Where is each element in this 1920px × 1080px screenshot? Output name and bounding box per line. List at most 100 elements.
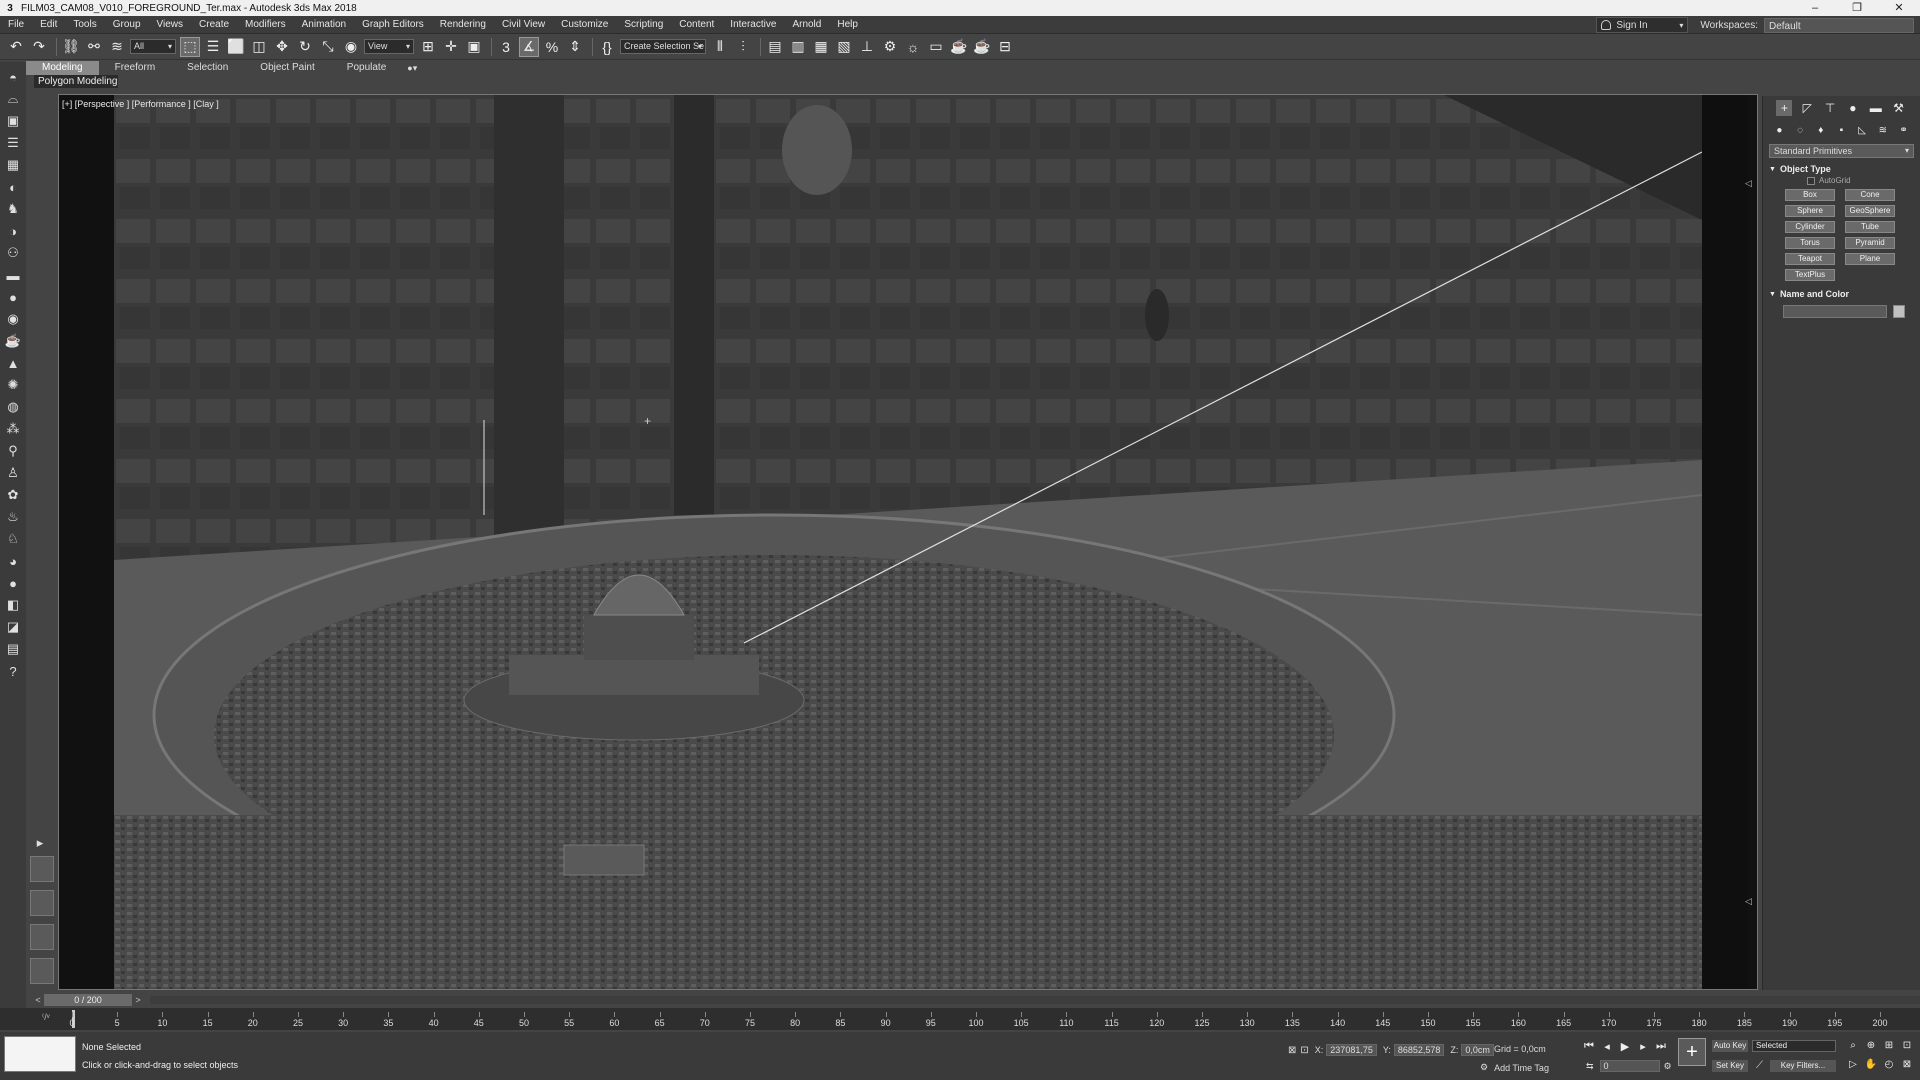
particles-icon[interactable]: ⁂ — [5, 421, 21, 437]
menu-modifiers[interactable]: Modifiers — [237, 19, 294, 30]
zoom-extents-icon[interactable]: ⊞ — [1880, 1040, 1898, 1051]
cylinder-button[interactable]: Cylinder — [1785, 221, 1835, 233]
time-slider-track[interactable] — [150, 996, 1920, 1004]
pan-icon[interactable]: ✋ — [1862, 1059, 1880, 1070]
material-editor-icon[interactable]: ⚙ — [880, 37, 900, 57]
link-icon[interactable]: ⛓ — [61, 37, 81, 57]
restore-button[interactable]: ❐ — [1836, 0, 1878, 16]
menu-arnold[interactable]: Arnold — [784, 19, 829, 30]
pyramid-button[interactable]: Pyramid — [1845, 237, 1895, 249]
menu-content[interactable]: Content — [671, 19, 722, 30]
plane-button[interactable]: Plane — [1845, 253, 1895, 265]
scene-explorer-icon[interactable]: ▤ — [765, 37, 785, 57]
utilities-tab-icon[interactable]: ⚒ — [1891, 100, 1907, 116]
menu-customize[interactable]: Customize — [553, 19, 616, 30]
viewport-label[interactable]: [+] [Perspective ] [Performance ] [Clay … — [62, 99, 219, 109]
display-tab-icon[interactable]: ▬ — [1868, 100, 1884, 116]
trackbar-curve-icon[interactable]: ⁽/ᵛ — [42, 1012, 50, 1023]
helpers-icon[interactable]: ◺ — [1856, 124, 1868, 136]
biped-icon[interactable]: ♘ — [5, 531, 21, 547]
menu-tools[interactable]: Tools — [65, 19, 104, 30]
z-coordinate-field[interactable]: 0,0cm — [1461, 1044, 1494, 1056]
curve-editor-icon[interactable]: ▧ — [834, 37, 854, 57]
viewport-layout-tab-1[interactable] — [30, 856, 54, 882]
viewport-layout-tab-4[interactable] — [30, 958, 54, 984]
place-icon[interactable]: ◉ — [341, 37, 361, 57]
time-slider[interactable]: < 0 / 200 > — [32, 994, 150, 1006]
redo-icon[interactable]: ↷ — [29, 37, 49, 57]
time-slider-frame[interactable]: 0 / 200 — [44, 994, 132, 1006]
y-coordinate-field[interactable]: 86852,578 — [1393, 1044, 1445, 1056]
field-of-view-icon[interactable]: ▷ — [1844, 1059, 1862, 1070]
rendered-frame-window-icon[interactable]: ▭ — [926, 37, 946, 57]
menu-civil-view[interactable]: Civil View — [494, 19, 553, 30]
zoom-extents-all-icon[interactable]: ⊡ — [1898, 1040, 1916, 1051]
reference-coordinate-select[interactable]: View — [364, 39, 414, 54]
group-icon[interactable]: ⚇ — [5, 245, 21, 261]
sphere-button[interactable]: Sphere — [1785, 205, 1835, 217]
helper-icon[interactable]: ♞ — [5, 201, 21, 217]
modify-tab-icon[interactable]: ◸ — [1799, 100, 1815, 116]
viewport-layout-tab-2[interactable] — [30, 890, 54, 916]
menu-file[interactable]: File — [0, 19, 32, 30]
set-key-button[interactable]: Set Key — [1712, 1060, 1748, 1072]
mirror-icon[interactable]: ⫴ — [710, 37, 730, 57]
geosphere-icon[interactable]: ◍ — [5, 399, 21, 415]
menu-help[interactable]: Help — [829, 19, 866, 30]
select-by-name-icon[interactable]: ☰ — [203, 37, 223, 57]
select-tool-icon[interactable]: ◓ — [5, 69, 21, 85]
spacewarps-icon[interactable]: ≋ — [1877, 124, 1889, 136]
motion-tab-icon[interactable]: ● — [1845, 100, 1861, 116]
move-icon[interactable]: ✥ — [272, 37, 292, 57]
sphere-icon[interactable]: ● — [5, 289, 21, 305]
menu-create[interactable]: Create — [191, 19, 237, 30]
play-icon[interactable]: ▶ — [1616, 1040, 1634, 1053]
teapot-icon[interactable]: ☕ — [5, 333, 21, 349]
schematic-view-icon[interactable]: ⊥ — [857, 37, 877, 57]
key-filters-button[interactable]: Key Filters... — [1770, 1060, 1836, 1072]
bind-spacewarp-icon[interactable]: ≋ — [107, 37, 127, 57]
add-time-tag[interactable]: ⚙ Add Time Tag — [1480, 1062, 1549, 1073]
object-type-rollout[interactable]: ▼ Object Type — [1769, 164, 1914, 174]
rotate-icon[interactable]: ↻ — [295, 37, 315, 57]
object-color-swatch[interactable] — [1893, 305, 1905, 318]
lights-icon[interactable]: ♦ — [1815, 124, 1827, 136]
key-filter-icon[interactable]: ⟋ — [1756, 1060, 1763, 1071]
sign-in-dropdown[interactable]: Sign In ▾ — [1596, 17, 1689, 33]
box-icon[interactable]: ▬ — [5, 267, 21, 283]
key-mode-icon[interactable]: ⇆ — [1586, 1061, 1594, 1072]
shape-icon[interactable]: ● — [5, 575, 21, 591]
snaps-toggle-icon[interactable]: 3 — [496, 37, 516, 57]
maxscript-listener-input[interactable] — [4, 1036, 76, 1072]
previous-frame-icon[interactable]: ◂ — [1598, 1040, 1616, 1053]
zoom-all-icon[interactable]: ⊕ — [1862, 1040, 1880, 1051]
time-slider-prev-button[interactable]: < — [32, 994, 44, 1006]
systems-icon[interactable]: ⚭ — [1898, 124, 1910, 136]
undo-icon[interactable]: ↶ — [6, 37, 26, 57]
maximize-viewport-icon[interactable]: ⊠ — [1898, 1059, 1916, 1070]
minimize-button[interactable]: – — [1794, 0, 1836, 16]
go-to-end-icon[interactable]: ⏭ — [1652, 1040, 1670, 1053]
next-frame-icon[interactable]: ▸ — [1634, 1040, 1652, 1053]
shapes-icon[interactable]: ◌ — [1794, 124, 1806, 136]
character-icon[interactable]: ♙ — [5, 465, 21, 481]
key-filter-selection-select[interactable]: Selected — [1752, 1040, 1836, 1052]
help-icon[interactable]: ? — [5, 663, 21, 679]
selection-filter-select[interactable]: All — [130, 39, 176, 54]
cloth-icon[interactable]: ✿ — [5, 487, 21, 503]
cone-button[interactable]: Cone — [1845, 189, 1895, 201]
textplus-button[interactable]: TextPlus — [1785, 269, 1835, 281]
window-crossing-icon[interactable]: ◫ — [249, 37, 269, 57]
unlink-icon[interactable]: ⚯ — [84, 37, 104, 57]
edit-named-selection-icon[interactable]: {} — [597, 37, 617, 57]
menu-scripting[interactable]: Scripting — [616, 19, 671, 30]
hierarchy-tab-icon[interactable]: ⊤ — [1822, 100, 1838, 116]
scale-icon[interactable]: ⤡ — [318, 37, 338, 57]
viewport-arrow-top-icon[interactable]: ◁ — [1745, 178, 1752, 189]
cylinder-icon[interactable]: ◉ — [5, 311, 21, 327]
angle-snap-icon[interactable]: ∡ — [519, 36, 539, 57]
set-keys-button[interactable]: + — [1678, 1038, 1706, 1066]
ribbon-tab-object-paint[interactable]: Object Paint — [244, 61, 330, 75]
menu-edit[interactable]: Edit — [32, 19, 65, 30]
time-config-icon[interactable]: ⚙ — [1664, 1061, 1672, 1072]
